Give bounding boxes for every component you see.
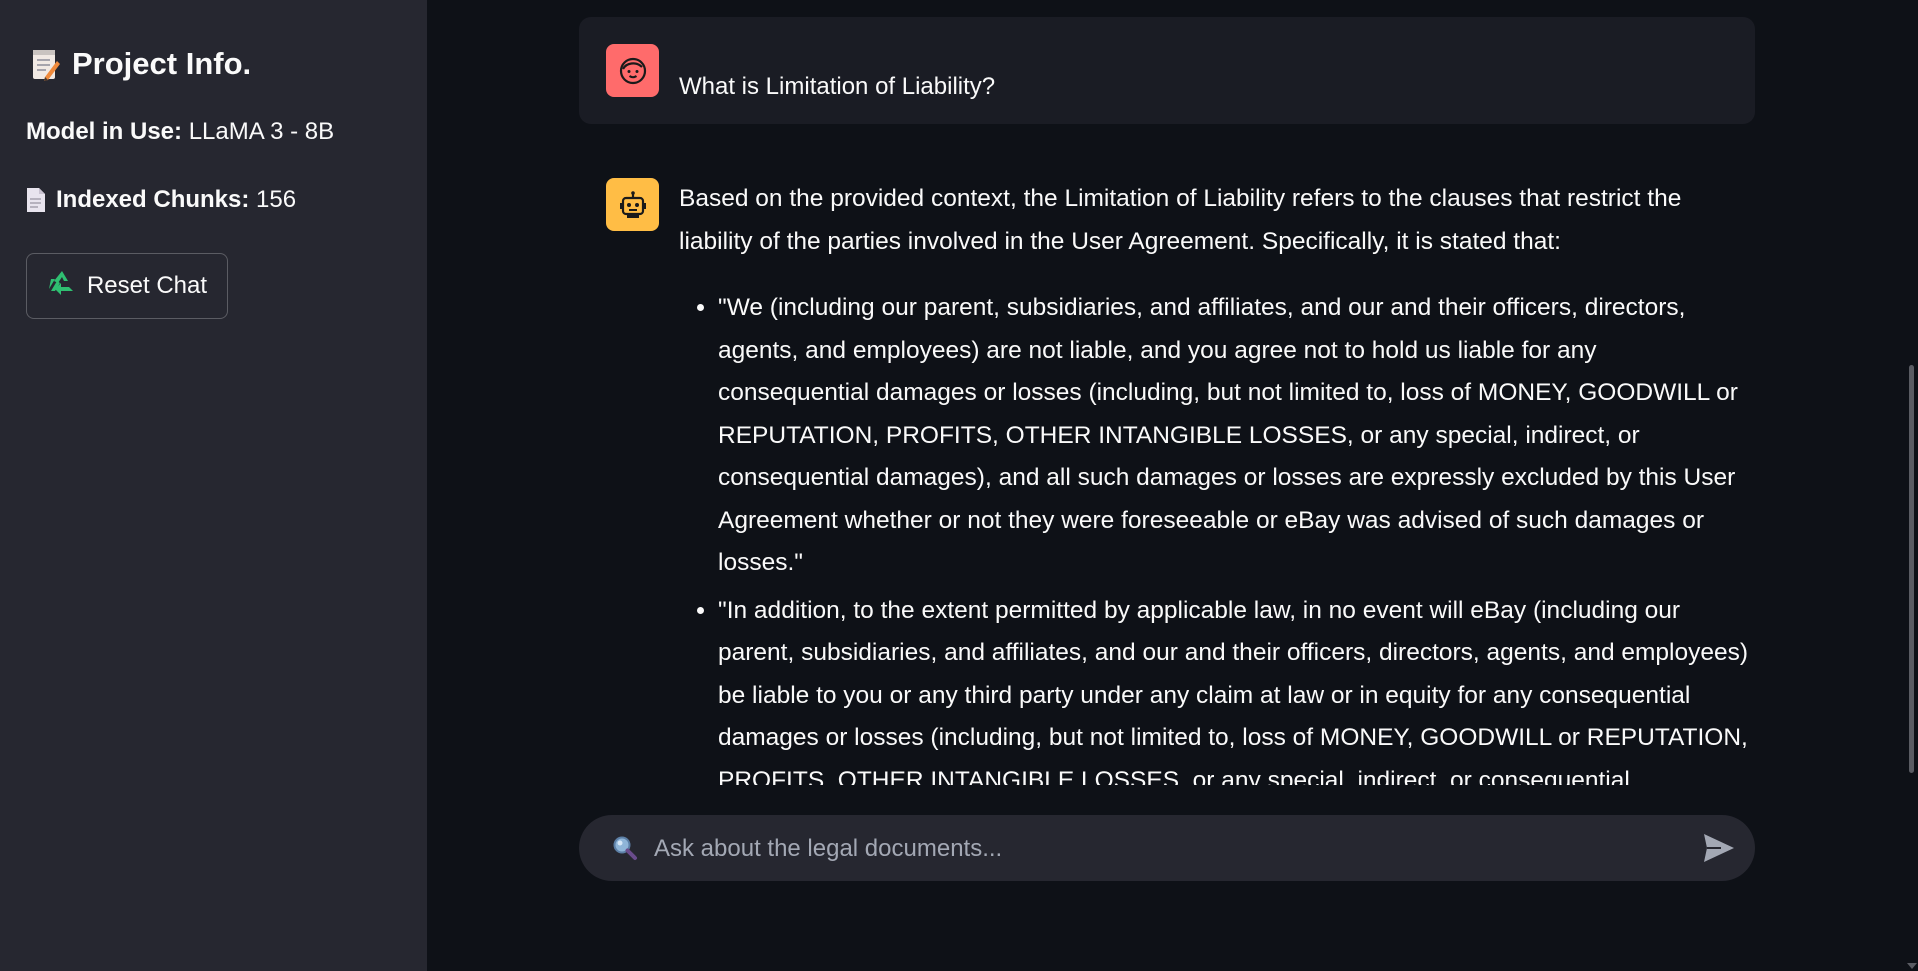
reset-chat-label: Reset Chat <box>86 272 208 299</box>
assistant-bullet-list: "We (including our parent, subsidiaries,… <box>679 287 1749 785</box>
sidebar-title: Project Info. <box>32 46 251 82</box>
scroll-down-icon[interactable] <box>1907 963 1917 969</box>
sidebar-title-text: Project Info. <box>72 46 252 81</box>
list-item: "We (including our parent, subsidiaries,… <box>718 287 1749 585</box>
chunks-label: Indexed Chunks: <box>56 186 250 213</box>
scrollbar-thumb[interactable] <box>1909 365 1914 773</box>
reset-chat-button[interactable]: Reset Chat <box>26 253 228 319</box>
memo-icon <box>32 47 60 81</box>
user-message: What is Limitation of Liability? <box>579 17 1755 124</box>
list-item: "In addition, to the extent permitted by… <box>718 590 1749 786</box>
send-icon[interactable] <box>1701 831 1737 865</box>
chat-input[interactable] <box>652 815 1656 883</box>
user-face-icon <box>606 44 659 97</box>
app-root: Project Info. Model in Use: LLaMA 3 - 8B… <box>0 0 1918 971</box>
user-message-text: What is Limitation of Liability? <box>679 73 996 100</box>
assistant-intro: Based on the provided context, the Limit… <box>679 185 1682 255</box>
chunks-value: 156 <box>256 186 297 213</box>
model-info: Model in Use: LLaMA 3 - 8B <box>26 118 334 146</box>
page-icon <box>26 187 46 213</box>
model-value: LLaMA 3 - 8B <box>188 118 335 145</box>
main-content: What is Limitation of Liability? Based o… <box>427 0 1918 971</box>
model-label: Model in Use: <box>26 118 183 145</box>
search-icon <box>612 835 638 861</box>
recycle-icon <box>47 269 77 304</box>
chat-history: What is Limitation of Liability? Based o… <box>579 0 1755 785</box>
robot-icon <box>606 178 659 231</box>
assistant-message: Based on the provided context, the Limit… <box>679 178 1749 785</box>
sidebar: Project Info. Model in Use: LLaMA 3 - 8B… <box>0 0 427 971</box>
scrollbar[interactable] <box>1906 0 1918 971</box>
chunks-info: Indexed Chunks: 156 <box>26 186 296 214</box>
chat-input-bar <box>579 815 1755 883</box>
